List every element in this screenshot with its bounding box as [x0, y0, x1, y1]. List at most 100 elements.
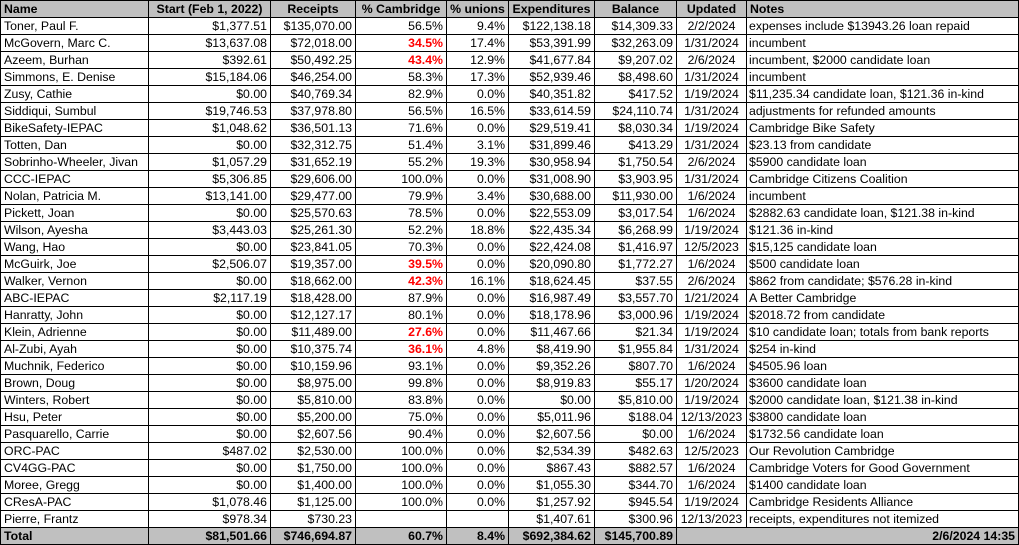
cell-notes: Cambridge Citizens Coalition	[746, 170, 1019, 188]
cell-balance: $3,557.70	[594, 289, 677, 307]
cell-notes: $862 from candidate; $576.28 in-kind	[746, 272, 1019, 290]
header-cambridge: % Cambridge	[355, 0, 447, 18]
table-row: Hanratty, John $0.00 $12,127.17 80.1% 0.0% $1…	[0, 306, 1019, 324]
cell-updated: 2/2/2024	[676, 17, 747, 35]
cell-updated: 12/5/2023	[676, 238, 747, 256]
cell-notes: $5900 candidate loan	[746, 153, 1019, 171]
cell-updated: 1/31/2024	[676, 170, 747, 188]
cell-unions: 17.3%	[446, 68, 509, 86]
cell-start: $5,306.85	[148, 170, 271, 188]
cell-updated: 1/6/2024	[676, 425, 747, 443]
cell-updated: 1/6/2024	[676, 459, 747, 477]
cell-notes: $121.36 in-kind	[746, 221, 1019, 239]
cell-start: $0.00	[148, 204, 271, 222]
cell-receipts: $32,312.75	[270, 136, 356, 154]
cell-unions: 0.0%	[446, 289, 509, 307]
cell-cambridge: 27.6%	[355, 323, 447, 341]
table-row: McGovern, Marc C. $13,637.08 $72,018.00 34.…	[0, 34, 1019, 52]
cell-unions: 0.0%	[446, 476, 509, 494]
cell-balance: $6,268.99	[594, 221, 677, 239]
total-label: Total	[0, 527, 149, 545]
cell-cambridge: 100.0%	[355, 442, 447, 460]
cell-name: Simmons, E. Denise	[0, 68, 149, 86]
cell-cambridge: 56.5%	[355, 17, 447, 35]
cell-cambridge: 93.1%	[355, 357, 447, 375]
cell-name: CResA-PAC	[0, 493, 149, 511]
cell-name: ABC-IEPAC	[0, 289, 149, 307]
table-row: Totten, Dan $0.00 $32,312.75 51.4% 3.1% $31,8…	[0, 136, 1019, 154]
cell-balance: $37.55	[594, 272, 677, 290]
table-row: Azeem, Burhan $392.61 $50,492.25 43.4% 12.9%…	[0, 51, 1019, 69]
cell-updated: 2/6/2024	[676, 153, 747, 171]
cell-start: $0.00	[148, 272, 271, 290]
cell-balance: $24,110.74	[594, 102, 677, 120]
cell-name: Siddiqui, Sumbul	[0, 102, 149, 120]
cell-name: Muchnik, Federico	[0, 357, 149, 375]
cell-balance: $5,810.00	[594, 391, 677, 409]
cell-start: $0.00	[148, 459, 271, 477]
cell-updated: 1/19/2024	[676, 391, 747, 409]
cell-name: Nolan, Patricia M.	[0, 187, 149, 205]
cell-unions: 0.0%	[446, 170, 509, 188]
cell-unions: 0.0%	[446, 85, 509, 103]
cell-notes: Cambridge Bike Safety	[746, 119, 1019, 137]
cell-expenditures: $41,677.84	[508, 51, 595, 69]
cell-receipts: $72,018.00	[270, 34, 356, 52]
cell-name: Wang, Hao	[0, 238, 149, 256]
cell-expenditures: $29,519.41	[508, 119, 595, 137]
cell-unions: 18.8%	[446, 221, 509, 239]
cell-expenditures: $8,419.90	[508, 340, 595, 358]
cell-expenditures: $1,055.30	[508, 476, 595, 494]
header-receipts: Receipts	[270, 0, 356, 18]
cell-updated: 1/6/2024	[676, 204, 747, 222]
cell-start: $0.00	[148, 408, 271, 426]
cell-updated: 2/6/2024	[676, 51, 747, 69]
cell-receipts: $5,200.00	[270, 408, 356, 426]
cell-balance: $1,750.54	[594, 153, 677, 171]
cell-name: Pasquarello, Carrie	[0, 425, 149, 443]
cell-unions	[446, 510, 509, 528]
cell-start: $0.00	[148, 374, 271, 392]
cell-unions: 0.0%	[446, 442, 509, 460]
cell-unions: 19.3%	[446, 153, 509, 171]
cell-name: Pickett, Joan	[0, 204, 149, 222]
cell-name: Wilson, Ayesha	[0, 221, 149, 239]
cell-notes: incumbent	[746, 34, 1019, 52]
cell-cambridge: 80.1%	[355, 306, 447, 324]
table-row: Zusy, Cathie $0.00 $40,769.34 82.9% 0.0% $40,…	[0, 85, 1019, 103]
cell-notes: adjustments for refunded amounts	[746, 102, 1019, 120]
cell-cambridge: 83.8%	[355, 391, 447, 409]
cell-receipts: $25,261.30	[270, 221, 356, 239]
cell-balance: $300.96	[594, 510, 677, 528]
header-name: Name	[0, 0, 149, 18]
total-receipts: $746,694.87	[270, 527, 356, 545]
cell-cambridge	[355, 510, 447, 528]
cell-notes: $11,235.34 candidate loan, $121.36 in-ki…	[746, 85, 1019, 103]
cell-receipts: $5,810.00	[270, 391, 356, 409]
cell-notes: $500 candidate loan	[746, 255, 1019, 273]
cell-balance: $0.00	[594, 425, 677, 443]
cell-updated: 12/13/2023	[676, 510, 747, 528]
cell-updated: 1/31/2024	[676, 340, 747, 358]
cell-name: Klein, Adrienne	[0, 323, 149, 341]
cell-receipts: $10,375.74	[270, 340, 356, 358]
cell-notes: $4505.96 loan	[746, 357, 1019, 375]
cell-start: $1,048.62	[148, 119, 271, 137]
cell-cambridge: 43.4%	[355, 51, 447, 69]
cell-balance: $417.52	[594, 85, 677, 103]
table-row: CCC-IEPAC $5,306.85 $29,606.00 100.0% 0.0% $3…	[0, 170, 1019, 188]
cell-cambridge: 100.0%	[355, 459, 447, 477]
cell-receipts: $18,662.00	[270, 272, 356, 290]
header-start: Start (Feb 1, 2022)	[148, 0, 271, 18]
table-row: Pickett, Joan $0.00 $25,570.63 78.5% 0.0% $22…	[0, 204, 1019, 222]
table-row: Hsu, Peter $0.00 $5,200.00 75.0% 0.0% $5,011.…	[0, 408, 1019, 426]
cell-cambridge: 70.3%	[355, 238, 447, 256]
cell-receipts: $730.23	[270, 510, 356, 528]
cell-expenditures: $31,899.46	[508, 136, 595, 154]
cell-name: Azeem, Burhan	[0, 51, 149, 69]
cell-expenditures: $53,391.99	[508, 34, 595, 52]
cell-balance: $11,930.00	[594, 187, 677, 205]
cell-start: $0.00	[148, 323, 271, 341]
cell-expenditures: $31,008.90	[508, 170, 595, 188]
cell-receipts: $37,978.80	[270, 102, 356, 120]
